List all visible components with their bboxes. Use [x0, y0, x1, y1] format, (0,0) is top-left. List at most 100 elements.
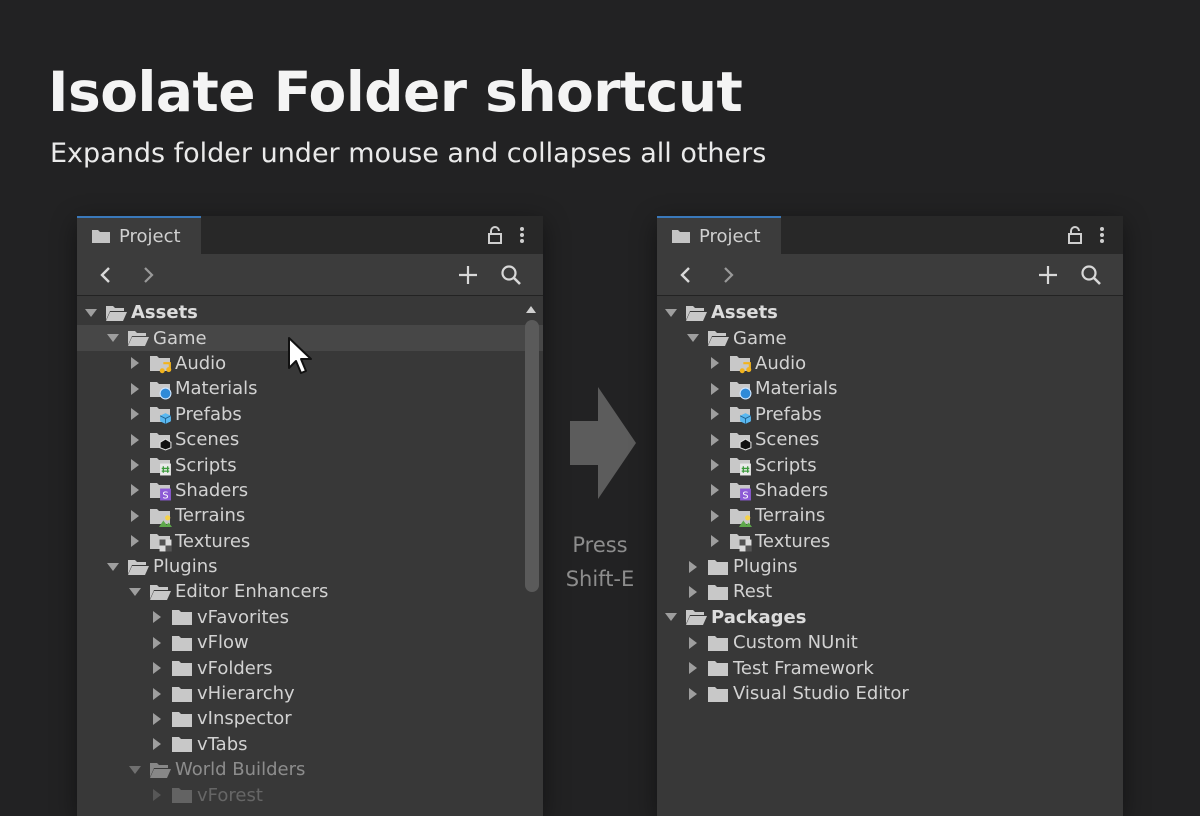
expand-arrow-right-icon[interactable] — [685, 584, 701, 600]
expand-arrow-right-icon[interactable] — [707, 432, 723, 448]
tree-row[interactable]: Packages — [657, 605, 1123, 630]
tree-row[interactable]: World Builders — [77, 757, 543, 782]
expand-arrow-right-icon[interactable] — [149, 711, 165, 727]
expand-arrow-right-icon[interactable] — [707, 406, 723, 422]
shader-badge-icon: S — [159, 488, 172, 501]
tree-row[interactable]: vHierarchy — [77, 681, 543, 706]
folder-icon — [149, 506, 172, 527]
expand-arrow-right-icon[interactable] — [149, 660, 165, 676]
expand-arrow-right-icon[interactable] — [149, 635, 165, 651]
expand-arrow-right-icon[interactable] — [127, 508, 143, 524]
folder-label: Visual Studio Editor — [733, 683, 909, 705]
folder-open-icon — [707, 328, 729, 348]
expand-arrow-right-icon[interactable] — [127, 406, 143, 422]
tree-row[interactable]: S Shaders — [657, 478, 1123, 503]
folder-label: Scripts — [755, 454, 817, 476]
tree-row[interactable]: Prefabs — [77, 402, 543, 427]
expand-arrow-right-icon[interactable] — [685, 635, 701, 651]
forward-arrow-icon[interactable] — [137, 264, 159, 286]
tree-row[interactable]: Terrains — [77, 503, 543, 528]
tree-row[interactable]: vForest — [77, 782, 543, 807]
tab-project[interactable]: Project — [77, 216, 201, 254]
expand-arrow-right-icon[interactable] — [127, 457, 143, 473]
tree-row[interactable]: Textures — [657, 529, 1123, 554]
expand-arrow-right-icon[interactable] — [149, 736, 165, 752]
expand-arrow-right-icon[interactable] — [685, 559, 701, 575]
folder-label: Materials — [755, 378, 838, 400]
tree-row[interactable]: vInspector — [77, 706, 543, 731]
expand-arrow-right-icon[interactable] — [685, 686, 701, 702]
tree-row[interactable]: Game — [657, 325, 1123, 350]
folder-label: Terrains — [755, 505, 826, 527]
back-arrow-icon[interactable] — [675, 264, 697, 286]
tree-row[interactable]: vTabs — [77, 732, 543, 757]
tree-row[interactable]: Materials — [657, 376, 1123, 401]
tree-row[interactable]: Test Framework — [657, 655, 1123, 680]
expand-arrow-down-icon[interactable] — [105, 559, 121, 575]
tree-row[interactable]: Prefabs — [657, 402, 1123, 427]
forward-arrow-icon[interactable] — [717, 264, 739, 286]
tab-bar: Project — [657, 216, 1123, 254]
kebab-menu-icon[interactable] — [519, 226, 525, 244]
folder-label: vFolders — [197, 657, 273, 679]
expand-arrow-right-icon[interactable] — [685, 660, 701, 676]
add-icon[interactable] — [1037, 264, 1059, 286]
back-arrow-icon[interactable] — [95, 264, 117, 286]
expand-arrow-right-icon[interactable] — [149, 609, 165, 625]
search-icon[interactable] — [1080, 264, 1102, 286]
tree-row[interactable]: Textures — [77, 529, 543, 554]
tree-row[interactable]: Rest — [657, 579, 1123, 604]
tree-row[interactable]: Terrains — [657, 503, 1123, 528]
tree-row[interactable]: Scripts — [77, 452, 543, 477]
tree-row[interactable]: Audio — [657, 351, 1123, 376]
scroll-up-arrow-icon[interactable] — [525, 304, 537, 314]
svg-text:S: S — [162, 491, 168, 502]
expand-arrow-right-icon[interactable] — [127, 355, 143, 371]
add-icon[interactable] — [457, 264, 479, 286]
expand-arrow-right-icon[interactable] — [707, 533, 723, 549]
lock-icon[interactable] — [1067, 226, 1083, 244]
lock-icon[interactable] — [487, 226, 503, 244]
scrollbar-thumb[interactable] — [525, 320, 539, 592]
expand-arrow-down-icon[interactable] — [127, 762, 143, 778]
tree-row[interactable]: Visual Studio Editor — [657, 681, 1123, 706]
expand-arrow-right-icon[interactable] — [127, 432, 143, 448]
expand-arrow-down-icon[interactable] — [83, 305, 99, 321]
tree-row[interactable]: vFlow — [77, 630, 543, 655]
expand-arrow-right-icon[interactable] — [127, 482, 143, 498]
tree-row[interactable]: Plugins — [657, 554, 1123, 579]
folder-label: Game — [153, 327, 207, 349]
expand-arrow-right-icon[interactable] — [707, 508, 723, 524]
tree-row[interactable]: S Shaders — [77, 478, 543, 503]
expand-arrow-down-icon[interactable] — [685, 330, 701, 346]
tree-row[interactable]: Scenes — [77, 427, 543, 452]
expand-arrow-right-icon[interactable] — [149, 787, 165, 803]
expand-arrow-right-icon[interactable] — [707, 381, 723, 397]
tree-row[interactable]: Assets — [657, 300, 1123, 325]
expand-arrow-right-icon[interactable] — [127, 381, 143, 397]
expand-arrow-right-icon[interactable] — [707, 355, 723, 371]
tab-project[interactable]: Project — [657, 216, 781, 254]
tree-row[interactable]: vFavorites — [77, 605, 543, 630]
tree-row[interactable]: Scripts — [657, 452, 1123, 477]
shortcut-instruction: Press Shift-E — [546, 528, 654, 596]
kebab-menu-icon[interactable] — [1099, 226, 1105, 244]
expand-arrow-right-icon[interactable] — [127, 533, 143, 549]
folder-label: Rest — [733, 581, 773, 603]
expand-arrow-right-icon[interactable] — [707, 482, 723, 498]
search-icon[interactable] — [500, 264, 522, 286]
tree-row[interactable]: Editor Enhancers — [77, 579, 543, 604]
tree-row[interactable]: vFolders — [77, 655, 543, 680]
tree-row[interactable]: Scenes — [657, 427, 1123, 452]
expand-arrow-down-icon[interactable] — [663, 609, 679, 625]
expand-arrow-right-icon[interactable] — [707, 457, 723, 473]
expand-arrow-down-icon[interactable] — [105, 330, 121, 346]
expand-arrow-down-icon[interactable] — [127, 584, 143, 600]
tree-row[interactable]: Materials — [77, 376, 543, 401]
tree-row[interactable]: Plugins — [77, 554, 543, 579]
expand-arrow-right-icon[interactable] — [149, 686, 165, 702]
folder-label: Plugins — [153, 556, 218, 578]
tree-row[interactable]: Assets — [77, 300, 543, 325]
expand-arrow-down-icon[interactable] — [663, 305, 679, 321]
tree-row[interactable]: Custom NUnit — [657, 630, 1123, 655]
